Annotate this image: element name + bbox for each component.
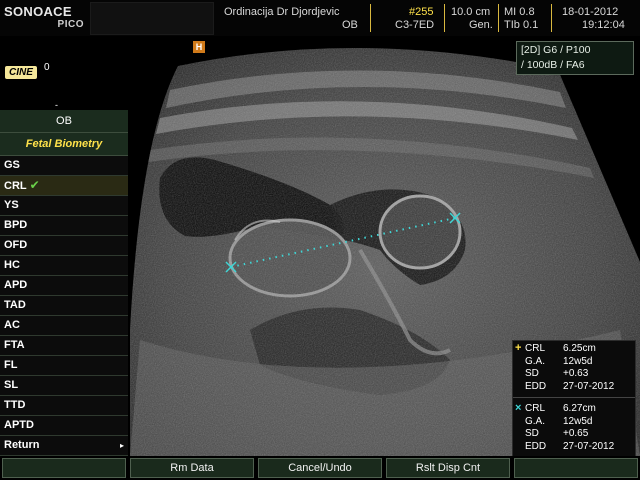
gen-label: Gen. bbox=[469, 19, 493, 31]
depth-value: 10.0 cm bbox=[451, 6, 491, 18]
exam-date: 18-01-2012 bbox=[562, 6, 619, 18]
menu-item-label: CRL bbox=[4, 180, 27, 192]
softkey-5[interactable] bbox=[514, 458, 638, 478]
menu-item-return[interactable]: Return ▸ bbox=[0, 436, 128, 456]
check-icon: ✔ bbox=[29, 178, 40, 192]
params-line-2: / 100dB / FA6 bbox=[521, 59, 585, 71]
results-divider bbox=[513, 397, 635, 398]
menu-item-label: OFD bbox=[4, 239, 28, 251]
menu-item-hc[interactable]: HC bbox=[0, 256, 128, 276]
result-label: EDD bbox=[525, 380, 547, 392]
header-divider bbox=[551, 4, 552, 32]
menu-item-label: YS bbox=[4, 199, 19, 211]
result-value: 12w5d bbox=[563, 415, 593, 427]
exam-type: OB bbox=[342, 19, 358, 31]
menu-item-ac[interactable]: AC bbox=[0, 316, 128, 336]
brand-label: SONOACE bbox=[4, 4, 72, 19]
model-label: PICO bbox=[57, 19, 84, 30]
menu-item-label: SL bbox=[4, 379, 19, 391]
menu-item-bpd[interactable]: BPD bbox=[0, 216, 128, 236]
result-value: 6.27cm bbox=[563, 403, 596, 414]
menu-item-ttd[interactable]: TTD bbox=[0, 396, 128, 416]
result-row: × CRL 6.27cm bbox=[513, 402, 635, 415]
menu-item-fta[interactable]: FTA bbox=[0, 336, 128, 356]
menu-item-label: APD bbox=[4, 279, 28, 291]
submenu-arrow-icon: ▸ bbox=[119, 441, 124, 450]
menu-item-aptd[interactable]: APTD bbox=[0, 416, 128, 436]
result-value: +0.63 bbox=[563, 368, 589, 379]
menu-item-label: FL bbox=[4, 359, 18, 371]
measurement-results: + CRL 6.25cm G.A. 12w5d SD +0.63 EDD 27-07-2012 ×… bbox=[512, 340, 636, 458]
tib-value: TIb 0.1 bbox=[504, 19, 539, 31]
scale-tick: - bbox=[55, 100, 58, 110]
patient-info-box bbox=[90, 2, 214, 35]
menu-item-label: APTD bbox=[4, 419, 34, 431]
result-value: 27-07-2012 bbox=[563, 440, 615, 452]
plus-marker-icon: + bbox=[515, 342, 522, 354]
header-divider bbox=[444, 4, 445, 32]
result-row: EDD 27-07-2012 bbox=[513, 441, 635, 453]
menu-item-label: AC bbox=[4, 319, 20, 331]
softkey-1[interactable] bbox=[2, 458, 126, 478]
result-value: +0.65 bbox=[563, 428, 589, 439]
image-number: #255 bbox=[409, 6, 434, 18]
menu-item-gs[interactable]: GS bbox=[0, 156, 128, 176]
menu-item-tad[interactable]: TAD bbox=[0, 296, 128, 316]
menu-item-label: TTD bbox=[4, 399, 26, 411]
menu-item-ofd[interactable]: OFD bbox=[0, 236, 128, 256]
menu-item-label: FTA bbox=[4, 339, 25, 351]
exam-time: 19:12:04 bbox=[582, 19, 625, 31]
menu-item-fl[interactable]: FL bbox=[0, 356, 128, 376]
result-label: G.A. bbox=[525, 355, 546, 367]
mi-value: MI 0.8 bbox=[504, 6, 535, 18]
header-divider bbox=[498, 4, 499, 32]
rslt-disp-cnt-button[interactable]: Rslt Disp Cnt bbox=[386, 458, 510, 478]
menu-item-sl[interactable]: SL bbox=[0, 376, 128, 396]
result-label: SD bbox=[525, 368, 539, 379]
result-label: EDD bbox=[525, 440, 547, 452]
params-line-1: [2D] G6 / P100 bbox=[521, 44, 591, 56]
menu-item-label: GS bbox=[4, 159, 20, 171]
menu-item-ys[interactable]: YS bbox=[0, 196, 128, 216]
menu-title: OB bbox=[0, 110, 128, 133]
probe-orientation-icon: H bbox=[193, 41, 205, 53]
status-header: SONOACE PICO Ordinacija Dr Djordjevic OB… bbox=[0, 0, 640, 36]
result-label: CRL bbox=[525, 403, 546, 414]
clinic-name: Ordinacija Dr Djordjevic bbox=[224, 6, 340, 18]
menu-item-crl[interactable]: CRL ✔ bbox=[0, 176, 128, 196]
result-row: EDD 27-07-2012 bbox=[513, 381, 635, 393]
result-label: G.A. bbox=[525, 415, 546, 427]
probe-name: C3-7ED bbox=[395, 19, 435, 31]
cine-frame-value: 0 bbox=[44, 62, 50, 73]
cross-marker-icon: × bbox=[515, 402, 522, 414]
cancel-undo-button[interactable]: Cancel/Undo bbox=[258, 458, 382, 478]
result-row: + CRL 6.25cm bbox=[513, 342, 635, 355]
result-row: SD +0.65 bbox=[513, 428, 635, 440]
result-row: G.A. 12w5d bbox=[513, 416, 635, 428]
menu-item-apd[interactable]: APD bbox=[0, 276, 128, 296]
header-divider bbox=[370, 4, 371, 32]
result-value: 12w5d bbox=[563, 355, 593, 367]
menu-item-label: TAD bbox=[4, 299, 26, 311]
result-row: G.A. 12w5d bbox=[513, 356, 635, 368]
menu-subtitle: Fetal Biometry bbox=[0, 133, 128, 156]
menu-item-label: HC bbox=[4, 259, 20, 271]
cine-badge: CINE bbox=[5, 66, 37, 79]
menu-item-label: Return bbox=[4, 439, 40, 451]
softkey-bar: Rm Data Cancel/Undo Rslt Disp Cnt bbox=[0, 456, 640, 480]
rm-data-button[interactable]: Rm Data bbox=[130, 458, 254, 478]
result-value: 27-07-2012 bbox=[563, 380, 615, 392]
result-label: SD bbox=[525, 428, 539, 439]
result-value: 6.25cm bbox=[563, 343, 596, 354]
result-label: CRL bbox=[525, 343, 546, 354]
measurement-menu: OB Fetal Biometry GS CRL ✔ YS BPD OFD HC APD TAD… bbox=[0, 110, 128, 456]
sonoace-logo: SONOACE PICO bbox=[4, 4, 86, 32]
menu-item-label: BPD bbox=[4, 219, 28, 231]
imaging-parameters: [2D] G6 / P100 / 100dB / FA6 bbox=[516, 41, 634, 75]
result-row: SD +0.63 bbox=[513, 368, 635, 380]
